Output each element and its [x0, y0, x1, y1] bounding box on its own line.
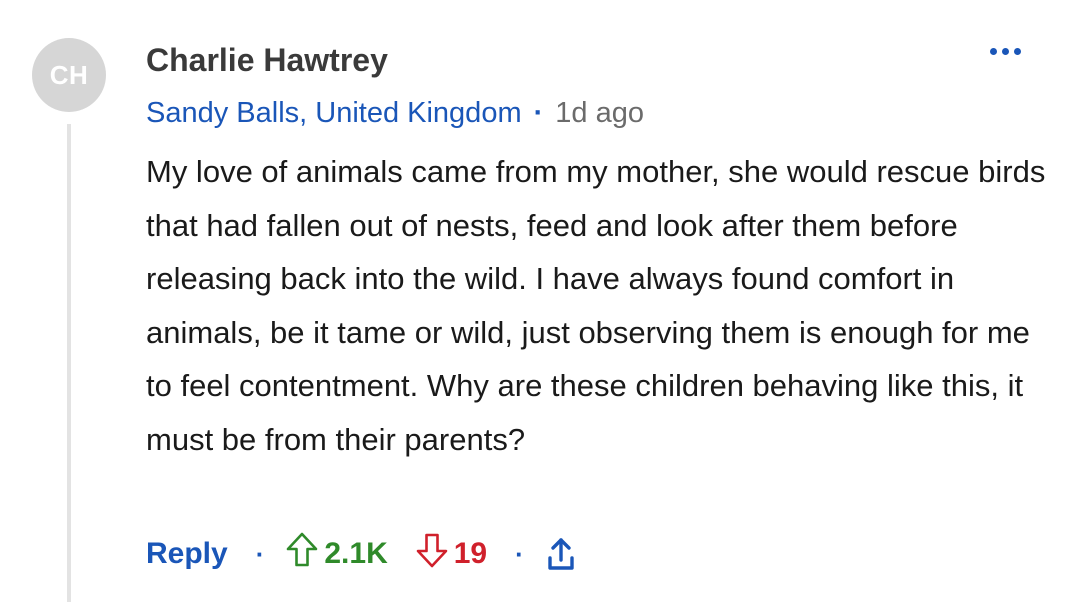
action-separator-2: · — [515, 538, 524, 569]
upvote-button[interactable]: 2.1K — [286, 532, 388, 576]
comment-meta: Sandy Balls, United Kingdom · 1d ago — [146, 97, 644, 130]
more-dots-icon[interactable] — [990, 48, 1021, 55]
action-separator: · — [255, 538, 265, 569]
author-name[interactable]: Charlie Hawtrey — [146, 42, 388, 79]
reply-button[interactable]: Reply — [146, 537, 228, 571]
avatar[interactable]: CH — [32, 38, 106, 112]
comment-body: My love of animals came from my mother, … — [146, 154, 1046, 457]
downvote-count: 19 — [453, 537, 488, 570]
thread-line — [67, 124, 71, 602]
arrow-down-outline-icon — [416, 532, 448, 576]
meta-separator: · — [533, 97, 544, 129]
upvote-count: 2.1K — [324, 537, 388, 570]
author-location: Sandy Balls, United Kingdom — [146, 97, 522, 129]
share-upload-icon[interactable] — [546, 536, 576, 572]
timestamp: 1d ago — [555, 97, 644, 129]
downvote-button[interactable]: 19 — [416, 532, 487, 576]
comment-actions: Reply · 2.1K 19 · — [146, 532, 576, 576]
arrow-up-outline-icon — [286, 532, 318, 576]
